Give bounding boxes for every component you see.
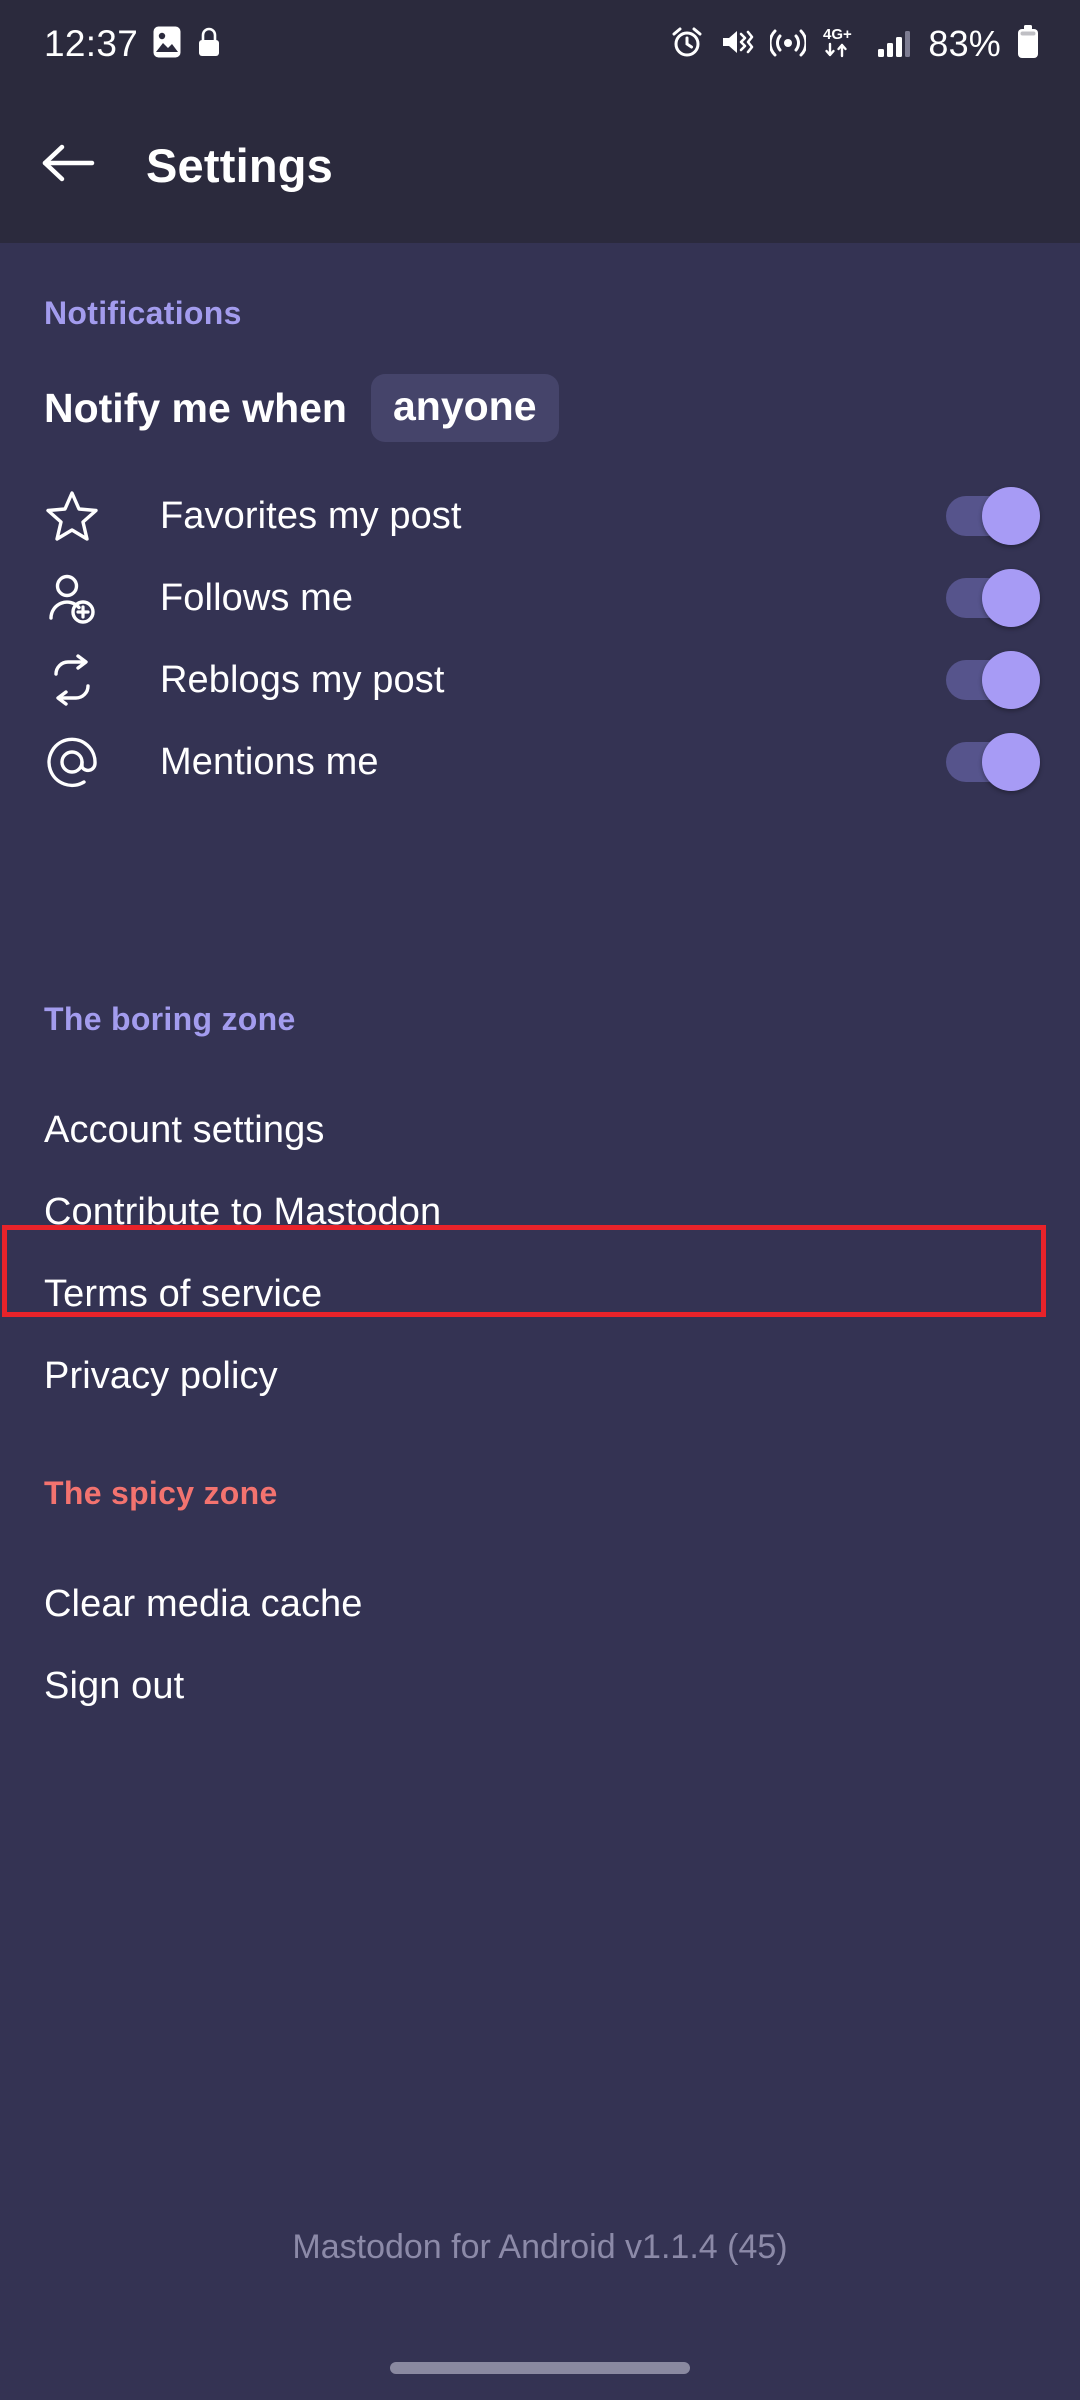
network-4g-plus-icon: 4G+ (821, 24, 861, 65)
list-item-label: Sign out (44, 1664, 185, 1707)
boost-icon (44, 652, 108, 708)
list-item-label: Terms of service (44, 1272, 323, 1315)
vibrate-mute-icon (719, 25, 755, 64)
status-bar-clock: 12:37 (44, 23, 139, 64)
setting-row-mentions[interactable]: Mentions me (0, 721, 1080, 803)
home-indicator[interactable] (390, 2362, 690, 2374)
star-icon (44, 488, 108, 544)
setting-row-reblogs[interactable]: Reblogs my post (0, 639, 1080, 721)
person-add-icon (44, 570, 108, 626)
setting-label-mentions: Mentions me (160, 740, 379, 783)
list-item-terms-of-service[interactable]: Terms of service (0, 1253, 1080, 1335)
toggle-favorites[interactable] (946, 487, 1040, 545)
section-header-notifications: Notifications (44, 295, 242, 331)
toggle-thumb (982, 569, 1040, 627)
list-item-account-settings[interactable]: Account settings (0, 1089, 1080, 1171)
status-bar-left: 12:37 (44, 23, 222, 65)
setting-label-follows: Follows me (160, 576, 354, 619)
list-item-label: Clear media cache (44, 1582, 363, 1625)
arrow-left-icon (40, 141, 96, 190)
status-bar: 12:37 4G+ 83% (0, 0, 1080, 88)
list-item-label: Privacy policy (44, 1354, 278, 1397)
toggle-thumb (982, 487, 1040, 545)
list-item-sign-out[interactable]: Sign out (0, 1645, 1080, 1727)
toggle-mentions[interactable] (946, 733, 1040, 791)
image-icon (152, 25, 182, 64)
toggle-thumb (982, 733, 1040, 791)
settings-content: Notifications Notify me when anyone Favo… (0, 243, 1080, 2400)
notify-me-when-label: Notify me when (44, 384, 347, 431)
toggle-reblogs[interactable] (946, 651, 1040, 709)
list-item-clear-media-cache[interactable]: Clear media cache (0, 1563, 1080, 1645)
section-header-boring-zone: The boring zone (44, 1001, 296, 1037)
section-header-spicy-zone: The spicy zone (44, 1475, 278, 1511)
phone-screen: 12:37 4G+ 83% Settings Notifications Not… (0, 0, 1080, 2400)
alarm-icon (670, 25, 704, 64)
back-button[interactable] (14, 112, 122, 220)
setting-row-follows[interactable]: Follows me (0, 557, 1080, 639)
list-item-contribute[interactable]: Contribute to Mastodon (0, 1171, 1080, 1253)
app-bar: Settings (0, 88, 1080, 243)
at-icon (44, 734, 108, 790)
toggle-thumb (982, 651, 1040, 709)
toggle-follows[interactable] (946, 569, 1040, 627)
notify-scope-chip[interactable]: anyone (370, 374, 559, 442)
lock-icon (196, 25, 222, 64)
battery-percent-label: 83% (928, 23, 1001, 64)
list-item-label: Account settings (44, 1108, 325, 1151)
list-item-label: Contribute to Mastodon (44, 1190, 442, 1233)
notify-me-when-row[interactable]: Notify me when anyone (0, 368, 559, 448)
setting-label-favorites: Favorites my post (160, 494, 462, 537)
status-bar-right: 4G+ 83% (670, 23, 1040, 65)
signal-bars-icon (876, 25, 911, 64)
svg-text:4G+: 4G+ (823, 26, 852, 43)
hotspot-icon (768, 25, 808, 64)
setting-label-reblogs: Reblogs my post (160, 658, 445, 701)
page-title: Settings (146, 139, 334, 192)
app-version-label: Mastodon for Android v1.1.4 (45) (292, 2228, 788, 2266)
setting-row-favorites[interactable]: Favorites my post (0, 475, 1080, 557)
list-item-privacy-policy[interactable]: Privacy policy (0, 1335, 1080, 1417)
battery-icon (1016, 24, 1040, 65)
